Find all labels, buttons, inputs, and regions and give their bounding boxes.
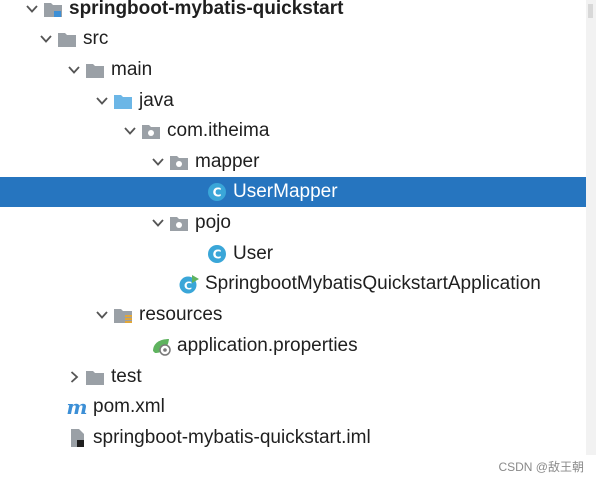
tree-item-label: com.itheima xyxy=(167,120,270,141)
tree-item-package[interactable]: com.itheima xyxy=(0,116,586,146)
tree-item-label: springboot-mybatis-quickstart xyxy=(69,0,344,19)
tree-item-usermapper[interactable]: C UserMapper xyxy=(0,177,586,207)
module-file-icon xyxy=(66,427,88,449)
folder-icon xyxy=(84,59,106,81)
chevron-down-icon[interactable] xyxy=(120,116,140,146)
chevron-down-icon[interactable] xyxy=(36,24,56,54)
tree-item-pojo[interactable]: pojo xyxy=(0,208,586,238)
scrollbar-thumb[interactable] xyxy=(588,4,593,18)
package-icon xyxy=(168,212,190,234)
tree-item-label: test xyxy=(111,366,142,387)
tree-item-label: SpringbootMybatisQuickstartApplication xyxy=(205,273,541,294)
chevron-down-icon[interactable] xyxy=(92,86,112,116)
class-icon: C xyxy=(206,243,228,265)
tree-item-label: mapper xyxy=(195,151,260,172)
tree-item-src[interactable]: src xyxy=(0,24,586,54)
watermark: CSDN @敌王朝 xyxy=(498,460,584,474)
tree-item-java[interactable]: java xyxy=(0,86,586,116)
chevron-down-icon[interactable] xyxy=(64,55,84,85)
folder-icon xyxy=(84,366,106,388)
package-icon xyxy=(168,151,190,173)
tree-item-label: UserMapper xyxy=(233,181,338,202)
tree-item-iml[interactable]: springboot-mybatis-quickstart.iml xyxy=(0,423,586,453)
svg-text:C: C xyxy=(213,248,222,262)
tree-item-pom[interactable]: m pom.xml xyxy=(0,392,586,422)
chevron-down-icon[interactable] xyxy=(148,208,168,238)
project-tree: springboot-mybatis-quickstart src main j… xyxy=(0,0,586,455)
source-folder-icon xyxy=(112,90,134,112)
tree-item-label: pom.xml xyxy=(93,396,165,417)
tree-item-resources[interactable]: resources xyxy=(0,300,586,330)
svg-text:C: C xyxy=(213,186,222,200)
tree-item-application-class[interactable]: C SpringbootMybatisQuickstartApplication xyxy=(0,269,586,299)
chevron-down-icon[interactable] xyxy=(148,147,168,177)
tree-item-label: User xyxy=(233,243,274,264)
tree-item-user[interactable]: C User xyxy=(0,239,586,269)
maven-icon: m xyxy=(66,396,88,418)
resources-folder-icon xyxy=(112,304,134,326)
tree-item-label: application.properties xyxy=(177,335,358,356)
tree-item-label: src xyxy=(83,28,109,49)
tree-item-root[interactable]: springboot-mybatis-quickstart xyxy=(0,0,586,24)
svg-text:C: C xyxy=(184,280,192,293)
package-icon xyxy=(140,120,162,142)
tree-item-label: resources xyxy=(139,304,223,325)
tree-item-label: springboot-mybatis-quickstart.iml xyxy=(93,427,371,448)
tree-item-label: pojo xyxy=(195,212,231,233)
project-folder-icon xyxy=(42,0,64,20)
scrollbar[interactable] xyxy=(586,0,596,455)
tree-item-mapper[interactable]: mapper xyxy=(0,147,586,177)
tree-item-application-properties[interactable]: application.properties xyxy=(0,331,586,361)
chevron-down-icon[interactable] xyxy=(22,0,42,24)
spring-boot-class-icon: C xyxy=(178,273,200,295)
tree-item-test[interactable]: test xyxy=(0,362,586,392)
tree-item-main[interactable]: main xyxy=(0,55,586,85)
chevron-down-icon[interactable] xyxy=(92,300,112,330)
svg-text:m: m xyxy=(66,396,87,418)
chevron-right-icon[interactable] xyxy=(64,362,84,392)
spring-properties-icon xyxy=(150,335,172,357)
tree-item-label: java xyxy=(139,90,174,111)
tree-item-label: main xyxy=(111,59,153,80)
folder-icon xyxy=(56,28,78,50)
class-icon: C xyxy=(206,181,228,203)
